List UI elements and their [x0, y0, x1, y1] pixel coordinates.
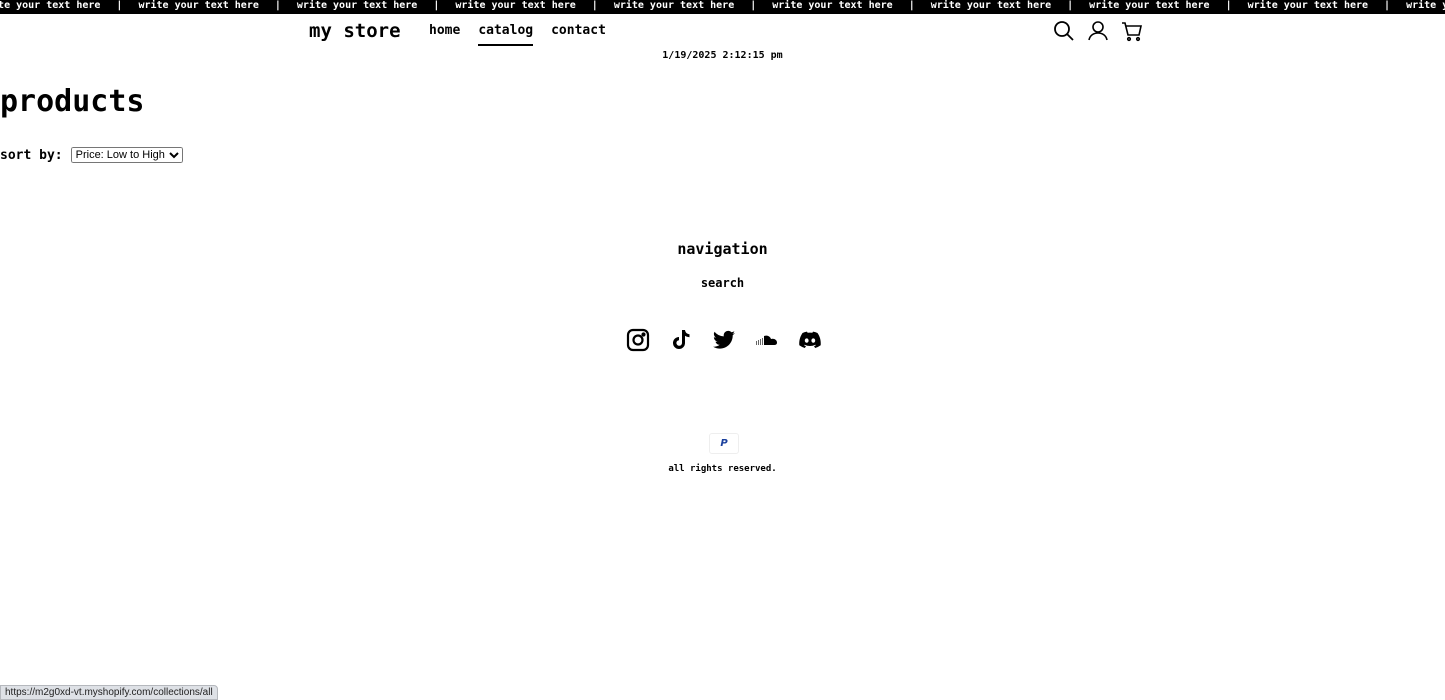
announcement-text: write your text here — [772, 0, 893, 11]
announcement-text: write your text here — [1089, 0, 1210, 11]
announcement-text: write your text here — [1247, 0, 1369, 11]
announcement-separator: | — [1225, 0, 1232, 11]
announcement-text: write your text here — [930, 0, 1052, 11]
discord-icon[interactable] — [798, 328, 822, 352]
announcement-text: write your text here — [1406, 0, 1445, 11]
nav-contact[interactable]: contact — [551, 23, 606, 46]
sort-label: sort by: — [0, 147, 63, 163]
announcement-separator: | — [908, 0, 915, 11]
sort-control: sort by: Price: Low to High — [0, 147, 183, 163]
datetime: 1/19/2025 2:12:15 pm — [662, 50, 783, 61]
announcement-text: write your text here — [455, 0, 576, 11]
sort-select[interactable]: Price: Low to High — [70, 147, 183, 163]
cart-icon[interactable] — [1121, 20, 1143, 42]
search-icon[interactable] — [1053, 20, 1075, 42]
announcement-separator: | — [116, 0, 123, 11]
paypal-logo: P — [720, 438, 728, 449]
footer-nav-title: navigation — [677, 240, 768, 258]
main-nav: home catalog contact — [429, 23, 606, 46]
announcement-separator: | — [274, 0, 281, 11]
announcement-text: write your text here — [138, 0, 259, 11]
announcement-separator: | — [591, 0, 598, 11]
announcement-separator: | — [1384, 0, 1391, 11]
announcement-text: write your text here — [613, 0, 735, 11]
nav-catalog[interactable]: catalog — [478, 23, 534, 46]
twitter-icon[interactable] — [712, 328, 736, 352]
paypal-icon: P — [709, 433, 739, 454]
nav-home[interactable]: home — [429, 23, 460, 46]
announcement-text: write your text here — [0, 0, 101, 11]
announcement-separator: | — [1067, 0, 1074, 11]
footer-link-search[interactable]: search — [0, 276, 1445, 290]
instagram-icon[interactable] — [626, 328, 650, 352]
social-links — [626, 328, 822, 352]
copyright: all rights reserved. — [668, 464, 777, 474]
soundcloud-icon[interactable] — [755, 328, 779, 352]
store-logo[interactable]: my store — [309, 20, 401, 42]
announcement-separator: | — [750, 0, 757, 11]
status-bar-url: https://m2g0xd-vt.myshopify.com/collecti… — [0, 685, 218, 700]
announcement-bar: write your text here | write your text her… — [0, 0, 1445, 14]
page-title: products — [0, 84, 145, 119]
announcement-text: write your text here — [296, 0, 418, 11]
tiktok-icon[interactable] — [669, 328, 693, 352]
announcement-separator: | — [433, 0, 440, 11]
account-icon[interactable] — [1087, 20, 1109, 42]
